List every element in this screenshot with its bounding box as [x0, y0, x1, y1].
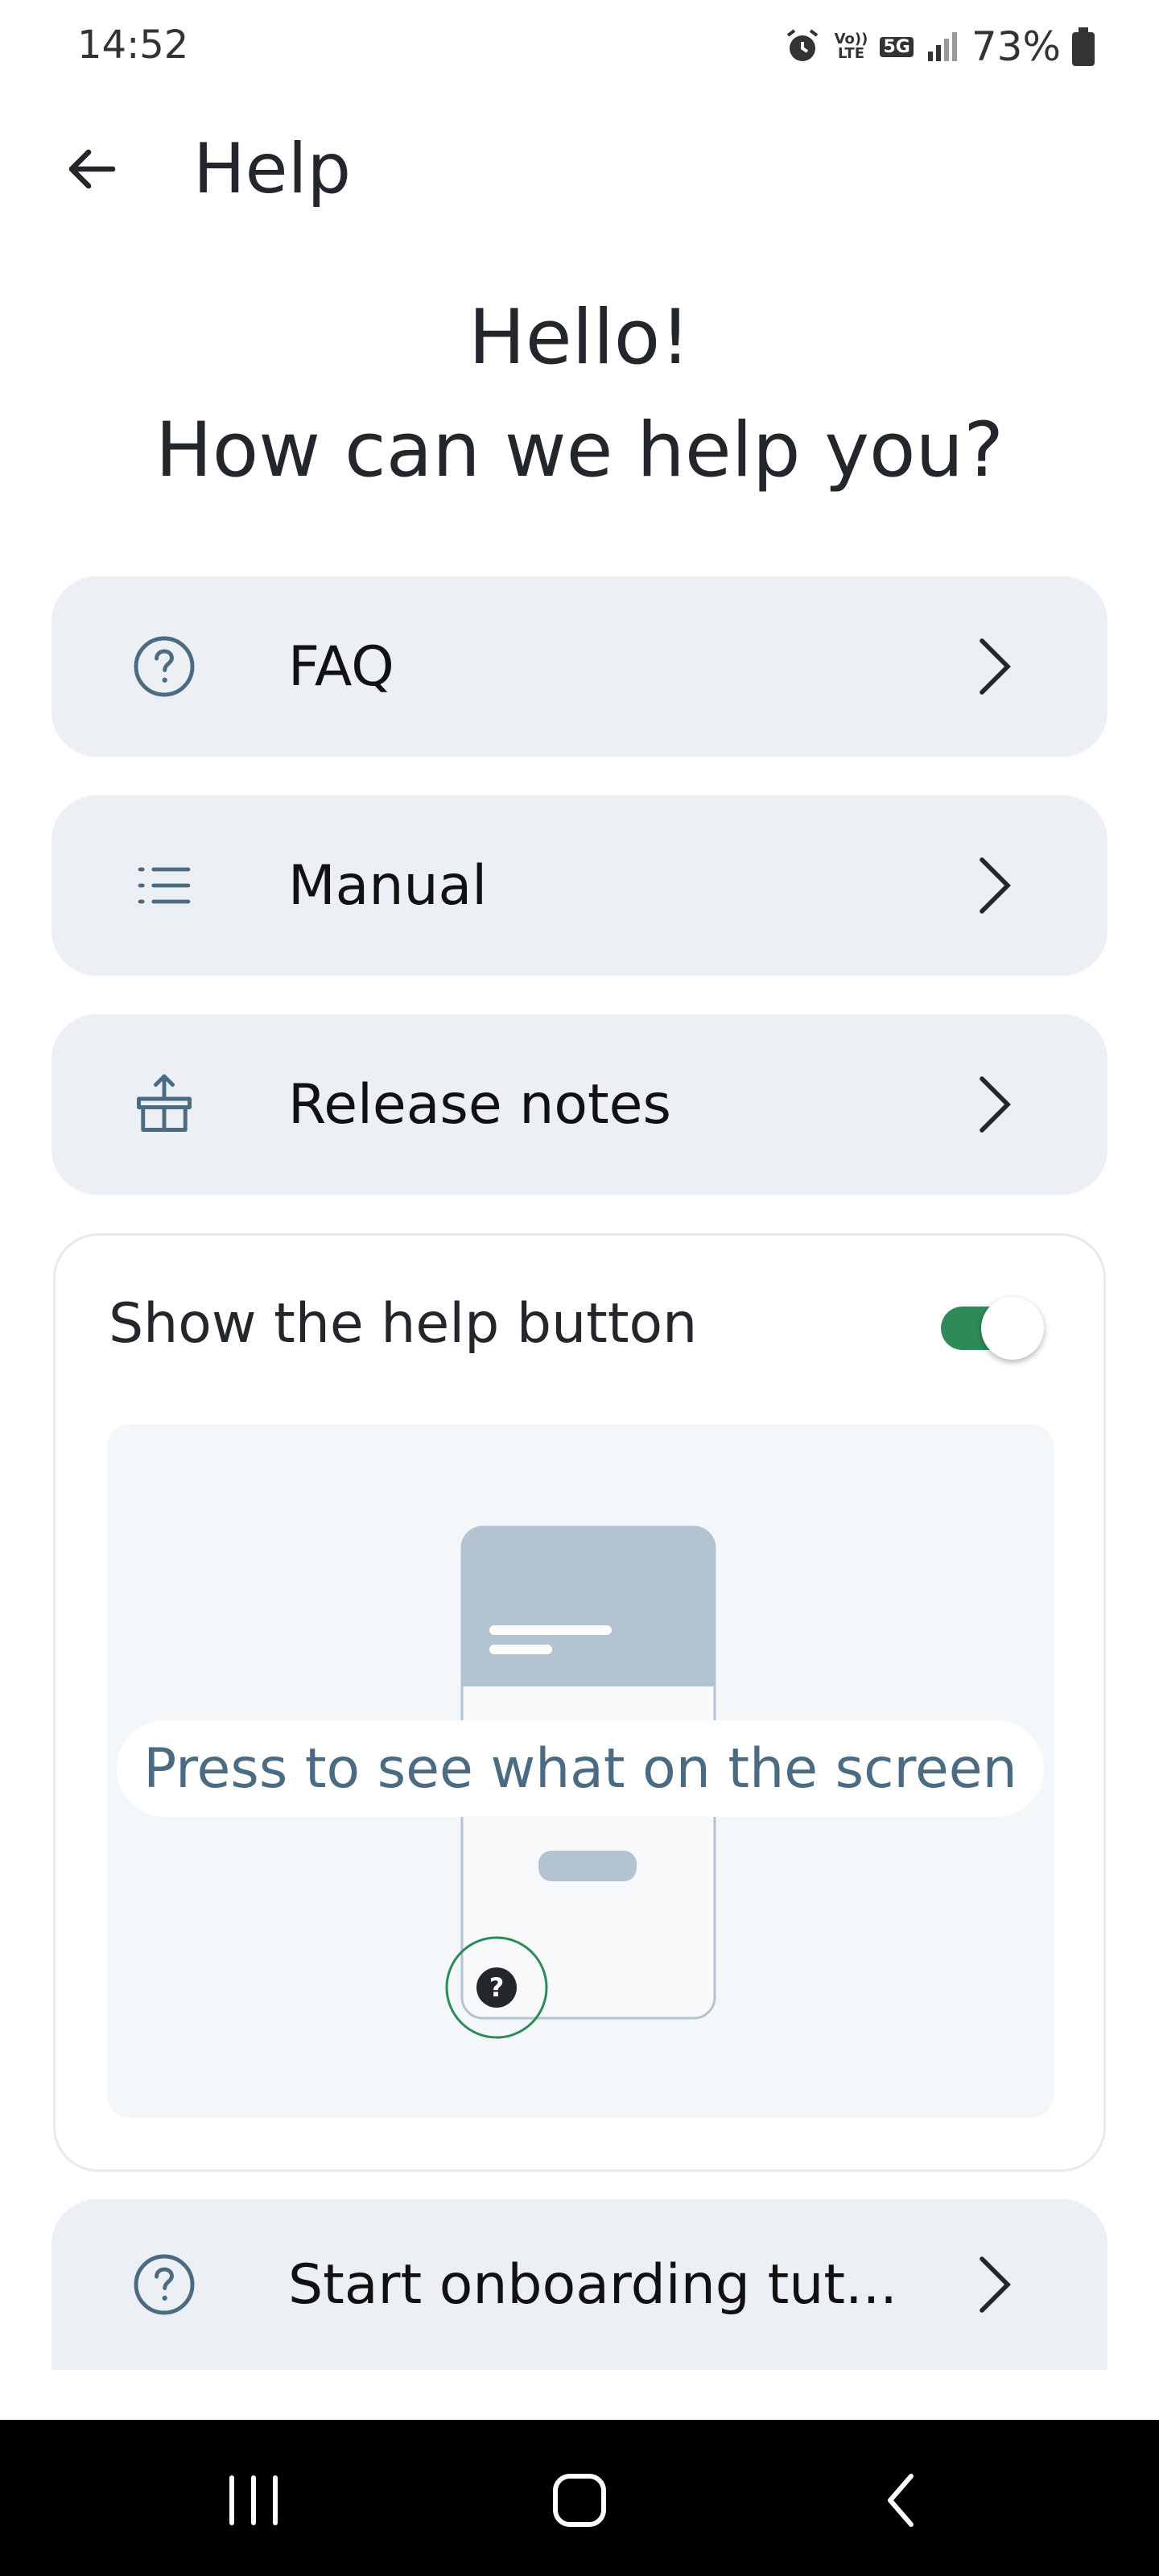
battery-percent: 73%: [971, 23, 1061, 70]
status-time: 14:52: [77, 23, 189, 68]
phone-header-block: [462, 1527, 715, 1686]
start-onboarding-label: Start onboarding tut...: [288, 2252, 897, 2317]
help-button-preview: ? Press to see what on the screen: [107, 1424, 1054, 2118]
alarm-icon: [787, 29, 819, 61]
release-notes-label: Release notes: [288, 1072, 671, 1137]
list-icon: [116, 837, 212, 934]
manual-label: Manual: [288, 853, 488, 918]
status-bar: 14:52 Vo)) LTE 5G 73%: [0, 0, 1159, 97]
start-onboarding-button[interactable]: Start onboarding tut...: [52, 2199, 1107, 2370]
nav-back-icon: [888, 2474, 914, 2527]
help-button-settings-card: Show the help button ? Press to see what…: [53, 1233, 1106, 2172]
home-button[interactable]: [539, 2465, 620, 2537]
question-circle-icon: [116, 618, 212, 715]
home-icon: [553, 2474, 606, 2527]
manual-button[interactable]: Manual: [52, 795, 1107, 976]
back-button[interactable]: [45, 121, 142, 217]
faq-label: FAQ: [288, 634, 394, 699]
arrow-left-icon: [68, 149, 116, 189]
greeting-line-1: Hello!: [468, 294, 691, 382]
header-line-2: [489, 1645, 552, 1654]
volte-icon: Vo)) LTE: [834, 31, 868, 62]
help-button-label: Show the help button: [109, 1292, 698, 1356]
press-to-see-button[interactable]: Press to see what on the screen: [117, 1720, 1044, 1817]
network-5g-icon: 5G: [880, 36, 914, 57]
battery-icon: [1072, 27, 1095, 66]
greeting-line-2: How can we help you?: [155, 407, 1004, 494]
page-title: Help: [193, 129, 352, 209]
release-notes-button[interactable]: Release notes: [52, 1014, 1107, 1195]
faq-button[interactable]: FAQ: [52, 576, 1107, 757]
gift-box-icon: [116, 1056, 212, 1153]
status-icons: Vo)) LTE 5G 73%: [783, 21, 1095, 72]
chevron-right-icon: [963, 2244, 1027, 2325]
signal-icon: [927, 32, 957, 61]
nav-back-button[interactable]: [869, 2465, 934, 2537]
greeting: Hello! How can we help you?: [0, 282, 1159, 507]
header-line-1: [489, 1625, 612, 1635]
chevron-right-icon: [963, 1064, 1027, 1145]
content-bar: [538, 1851, 637, 1881]
question-circle-icon: [116, 2236, 212, 2333]
recents-button[interactable]: [217, 2468, 290, 2533]
chevron-right-icon: [963, 845, 1027, 926]
help-button-toggle[interactable]: [941, 1297, 1049, 1360]
help-button-glyph: ?: [489, 1972, 505, 2003]
toggle-knob: [981, 1297, 1044, 1360]
system-nav-bar: [0, 2420, 1159, 2576]
chevron-right-icon: [963, 626, 1027, 707]
recents-icon: [229, 2475, 278, 2525]
